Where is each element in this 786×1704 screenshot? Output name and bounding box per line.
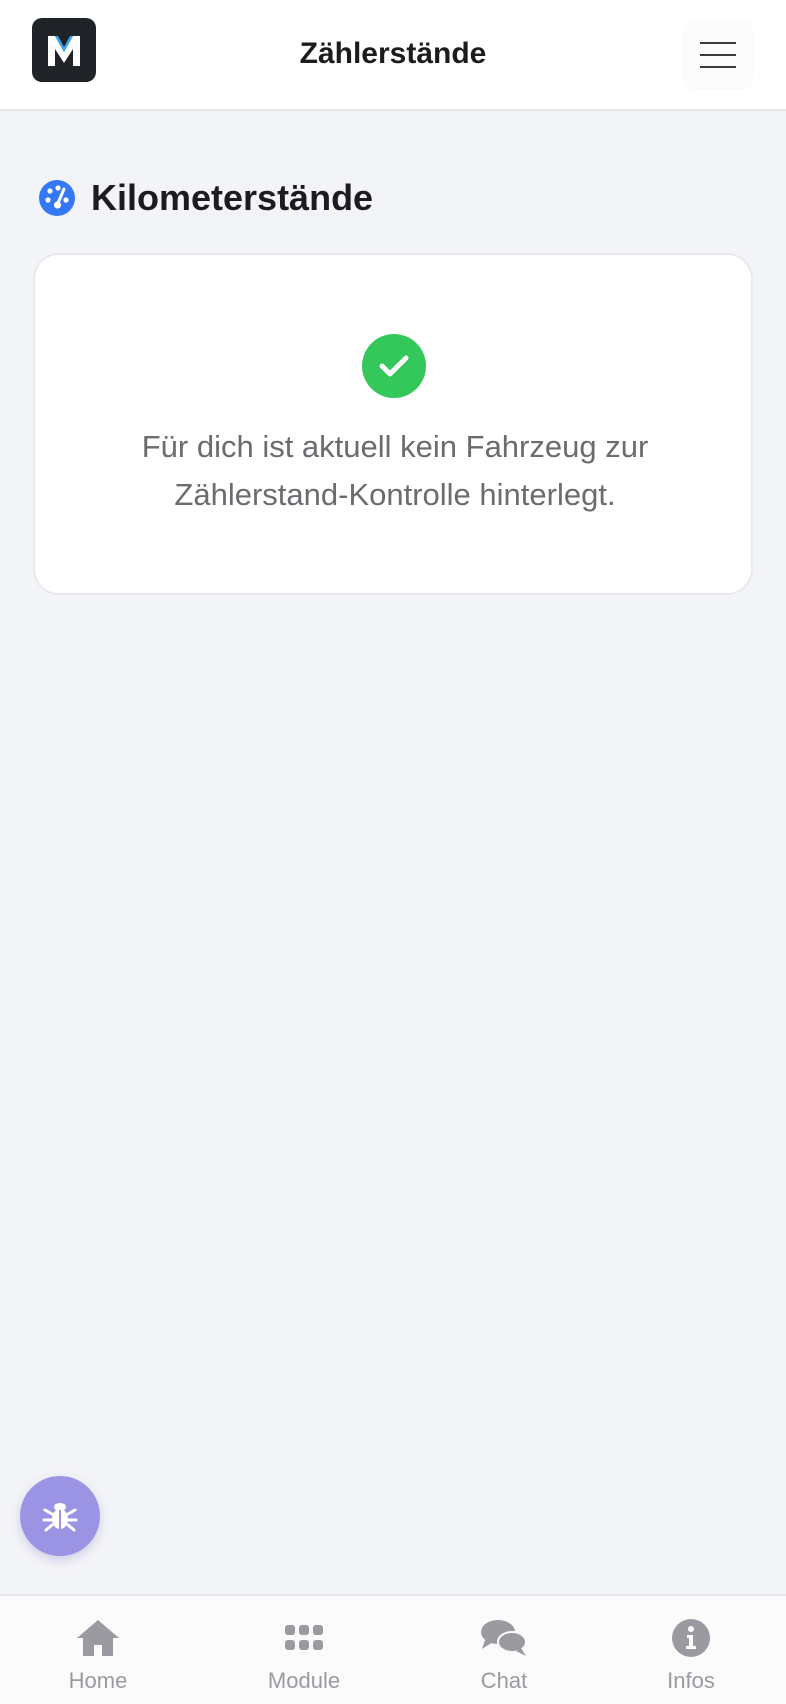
tab-chat-label: Chat xyxy=(480,1668,528,1693)
hamburger-icon xyxy=(700,42,736,68)
tab-infos-label: Infos xyxy=(667,1668,715,1693)
section-title: Kilometerstände xyxy=(91,177,374,218)
home-icon xyxy=(75,1616,121,1660)
grid-icon xyxy=(285,1616,323,1660)
chat-icon xyxy=(479,1616,529,1660)
status-message: Für dich ist aktuell kein Fahrzeug zur Z… xyxy=(141,429,649,512)
menu-button[interactable] xyxy=(683,20,753,90)
debug-button[interactable] xyxy=(20,1476,100,1556)
tab-module-label: Module xyxy=(267,1668,341,1693)
tab-home[interactable]: Home xyxy=(23,1596,173,1704)
tab-home-label: Home xyxy=(68,1668,128,1693)
bottom-tab-bar: Home Module Chat Infos xyxy=(0,1594,786,1704)
check-circle-icon xyxy=(362,334,426,398)
info-icon xyxy=(671,1616,711,1660)
tab-chat[interactable]: Chat xyxy=(429,1596,579,1704)
app-header: Zählerstände xyxy=(0,0,786,111)
status-card: Für dich ist aktuell kein Fahrzeug zur Z… xyxy=(33,253,753,595)
bug-icon xyxy=(42,1503,78,1532)
section-heading: Kilometerstände xyxy=(38,176,373,220)
tab-module[interactable]: Module xyxy=(229,1596,379,1704)
speedometer-icon xyxy=(39,180,75,216)
tab-infos[interactable]: Infos xyxy=(616,1596,766,1704)
page-title: Zählerstände xyxy=(299,37,487,70)
